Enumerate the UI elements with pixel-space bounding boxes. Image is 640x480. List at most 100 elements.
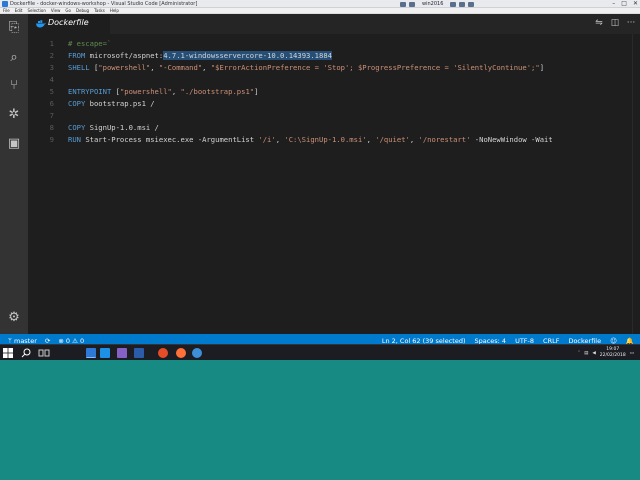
editor-scrollbar[interactable] bbox=[632, 34, 640, 334]
code-token: "powershell" bbox=[119, 87, 172, 96]
more-actions-icon[interactable]: ··· bbox=[626, 17, 636, 29]
tab-label: Dockerfile bbox=[48, 18, 89, 27]
line-number: 5 bbox=[49, 87, 54, 96]
code-token: '/i' bbox=[258, 135, 276, 144]
code-token: SHELL bbox=[68, 63, 94, 72]
activity-bar: ⎘ ⌕ ⑂ ✲ ▣ ⚙ bbox=[0, 14, 28, 334]
tab-bar: Dockerfile ⇋ ◫ ··· bbox=[28, 14, 640, 34]
code-token: Start-Process msiexec.exe -ArgumentList bbox=[85, 135, 259, 144]
tray-chevron-icon[interactable]: ˄ bbox=[578, 351, 580, 356]
code-token: FROM bbox=[68, 51, 90, 60]
editor-actions: ⇋ ◫ ··· bbox=[594, 17, 636, 29]
line-content: ENTRYPOINT ["powershell", "./bootstrap.p… bbox=[68, 86, 258, 98]
code-token: COPY bbox=[68, 123, 90, 132]
pin-icon[interactable] bbox=[400, 1, 406, 7]
line-content: COPY SignUp-1.0.msi / bbox=[68, 122, 159, 134]
menu-edit[interactable]: Edit bbox=[15, 8, 23, 13]
code-line[interactable]: 8 COPY SignUp-1.0.msi / bbox=[28, 122, 640, 134]
ie-taskbar-icon[interactable] bbox=[192, 348, 202, 358]
code-line[interactable]: 9 RUN Start-Process msiexec.exe -Argument… bbox=[28, 134, 640, 146]
minimize-button[interactable]: – bbox=[612, 0, 615, 8]
code-token: "./bootstrap.ps1" bbox=[180, 87, 255, 96]
vm-close-icon[interactable] bbox=[468, 1, 475, 7]
menu-tasks[interactable]: Tasks bbox=[94, 8, 105, 13]
menu-go[interactable]: Go bbox=[65, 8, 71, 13]
clock-date: 22/02/2018 bbox=[599, 353, 626, 358]
vm-connection-bar: win2016 bbox=[400, 0, 560, 8]
line-content: SHELL ["powershell", "-Command", "$Error… bbox=[68, 62, 544, 74]
vm-restore-icon[interactable] bbox=[459, 1, 466, 7]
windows-start-icon[interactable] bbox=[2, 347, 14, 359]
code-editor[interactable]: 1 # escape=` 2 FROM microsoft/aspnet:4.7.1-… bbox=[28, 34, 640, 334]
code-token: RUN bbox=[68, 135, 86, 144]
menu-file[interactable]: File bbox=[3, 8, 10, 13]
clock[interactable]: 19:07 22/02/2018 bbox=[600, 347, 626, 359]
powershell-taskbar-icon[interactable] bbox=[134, 348, 144, 358]
vscode-window: ⎘ ⌕ ⑂ ✲ ▣ ⚙ Dockerfile ⇋ ◫ ··· 1 # escap… bbox=[0, 14, 640, 348]
code-token: # escape=` bbox=[68, 39, 112, 48]
code-line[interactable]: 2 FROM microsoft/aspnet:4.7.1-windowsserv… bbox=[28, 50, 640, 62]
search-taskbar-icon[interactable] bbox=[21, 348, 31, 358]
explorer-icon[interactable]: ⎘ bbox=[6, 20, 22, 36]
vscode-app-icon bbox=[2, 1, 8, 7]
extensions-icon[interactable]: ▣ bbox=[6, 136, 22, 152]
line-number: 2 bbox=[49, 51, 54, 60]
code-token: 'C:\SignUp-1.0.msi' bbox=[284, 135, 367, 144]
code-token: COPY bbox=[68, 99, 90, 108]
line-number: 4 bbox=[49, 75, 54, 84]
network-icon[interactable] bbox=[409, 1, 415, 7]
code-token: ENTRYPOINT bbox=[68, 87, 116, 96]
selected-text: 4.7.1-windowsservercore-10.0.14393.1884 bbox=[163, 51, 332, 60]
docker-whale-icon bbox=[36, 20, 46, 28]
window-title: Dockerfile - docker-windows-workshop - V… bbox=[10, 1, 198, 7]
line-content: COPY bootstrap.ps1 / bbox=[68, 98, 155, 110]
firefox-taskbar-icon[interactable] bbox=[176, 348, 186, 358]
code-line[interactable]: 3 SHELL ["powershell", "-Command", "$Erro… bbox=[28, 62, 640, 74]
code-token: ] bbox=[539, 63, 545, 72]
tab-dockerfile[interactable]: Dockerfile bbox=[28, 14, 110, 34]
code-line[interactable]: 1 # escape=` bbox=[28, 38, 640, 50]
menu-help[interactable]: Help bbox=[110, 8, 119, 13]
menu-view[interactable]: View bbox=[51, 8, 61, 13]
vscode-taskbar-icon[interactable] bbox=[86, 348, 96, 358]
code-line[interactable]: 5 ENTRYPOINT ["powershell", "./bootstrap.… bbox=[28, 86, 640, 98]
code-token: , bbox=[202, 63, 211, 72]
vm-name-label: win2016 bbox=[422, 1, 444, 7]
code-line[interactable]: 4 bbox=[28, 74, 640, 86]
line-number: 9 bbox=[49, 135, 54, 144]
docker-taskbar-icon[interactable] bbox=[100, 348, 110, 358]
code-token: '/norestart' bbox=[418, 135, 471, 144]
search-icon[interactable]: ⌕ bbox=[6, 50, 22, 66]
line-number: 8 bbox=[49, 123, 54, 132]
open-changes-icon[interactable]: ⇋ bbox=[594, 17, 604, 29]
maximize-button[interactable]: □ bbox=[621, 0, 627, 8]
close-button[interactable]: ✕ bbox=[633, 0, 638, 8]
notifications-icon[interactable]: ▭ bbox=[630, 351, 634, 356]
line-number: 7 bbox=[49, 111, 54, 120]
line-number: 3 bbox=[49, 63, 54, 72]
code-token: '/quiet' bbox=[375, 135, 410, 144]
volume-tray-icon[interactable]: ◀ bbox=[592, 351, 595, 356]
split-editor-icon[interactable]: ◫ bbox=[610, 17, 620, 29]
window-controls: – □ ✕ bbox=[612, 0, 638, 8]
code-line[interactable]: 7 bbox=[28, 110, 640, 122]
code-token: , bbox=[171, 87, 181, 96]
chrome-taskbar-icon[interactable] bbox=[158, 348, 168, 358]
code-token: ] bbox=[254, 87, 259, 96]
menu-debug[interactable]: Debug bbox=[76, 8, 89, 13]
code-token: , bbox=[150, 63, 159, 72]
debug-icon[interactable]: ✲ bbox=[6, 107, 22, 123]
settings-gear-icon[interactable]: ⚙ bbox=[6, 310, 22, 326]
code-token: -NoNewWindow -Wait bbox=[470, 135, 553, 144]
code-line[interactable]: 6 COPY bootstrap.ps1 / bbox=[28, 98, 640, 110]
visual-studio-taskbar-icon[interactable] bbox=[117, 348, 127, 358]
line-content: # escape=` bbox=[68, 38, 111, 50]
desktop: Dockerfile - docker-windows-workshop - V… bbox=[0, 0, 640, 480]
title-bar: Dockerfile - docker-windows-workshop - V… bbox=[0, 0, 640, 8]
vm-minimize-icon[interactable] bbox=[450, 1, 457, 7]
task-view-icon[interactable] bbox=[38, 348, 50, 358]
source-control-icon[interactable]: ⑂ bbox=[6, 78, 22, 94]
network-tray-icon[interactable]: ▤ bbox=[584, 351, 588, 356]
line-content: FROM microsoft/aspnet:4.7.1-windowsserve… bbox=[68, 50, 332, 62]
menu-selection[interactable]: Selection bbox=[27, 8, 45, 13]
